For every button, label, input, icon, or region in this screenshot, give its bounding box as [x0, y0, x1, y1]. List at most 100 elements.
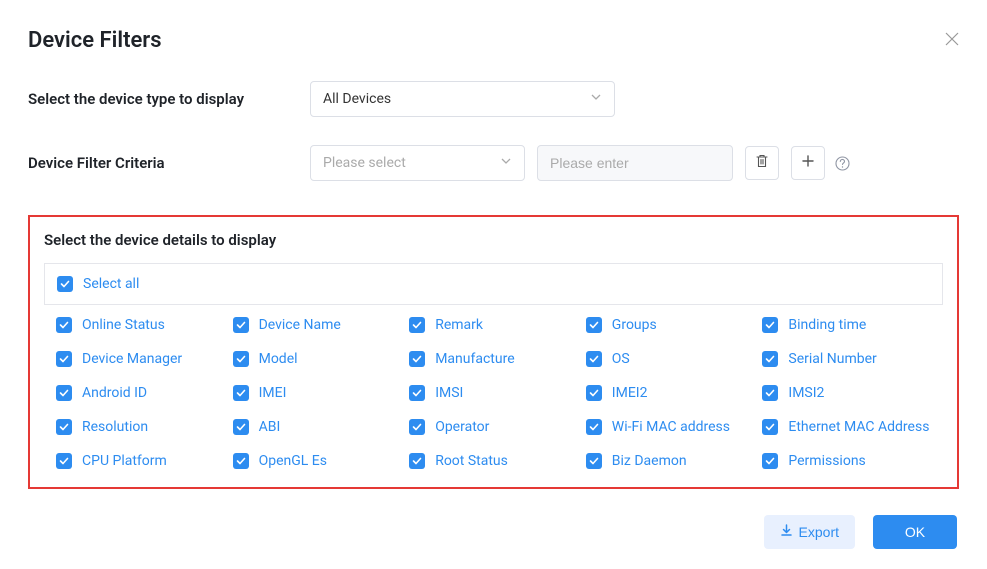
detail-item: IMEI2 [586, 385, 755, 401]
criteria-select-placeholder: Please select [323, 155, 406, 171]
detail-item: Model [233, 351, 402, 367]
detail-label[interactable]: Android ID [82, 385, 147, 401]
detail-item: Operator [409, 419, 578, 435]
check-icon [765, 320, 775, 330]
detail-label[interactable]: Groups [612, 317, 657, 333]
detail-checkbox[interactable] [762, 317, 778, 333]
criteria-input[interactable] [537, 145, 733, 181]
export-label: Export [799, 524, 839, 540]
detail-item: Wi-Fi MAC address [586, 419, 755, 435]
detail-checkbox[interactable] [233, 453, 249, 469]
check-icon [60, 279, 70, 289]
detail-checkbox[interactable] [409, 351, 425, 367]
detail-label[interactable]: Operator [435, 419, 489, 435]
detail-label[interactable]: Model [259, 351, 298, 367]
detail-item: OS [586, 351, 755, 367]
check-icon [589, 354, 599, 364]
detail-label[interactable]: Binding time [788, 317, 866, 333]
detail-checkbox[interactable] [586, 385, 602, 401]
detail-label[interactable]: Resolution [82, 419, 148, 435]
detail-item: Permissions [762, 453, 931, 469]
detail-label[interactable]: OpenGL Es [259, 453, 327, 469]
detail-label[interactable]: Permissions [788, 453, 865, 469]
detail-checkbox[interactable] [762, 351, 778, 367]
detail-checkbox[interactable] [409, 419, 425, 435]
detail-label[interactable]: Device Name [259, 317, 341, 333]
detail-label[interactable]: OS [612, 351, 630, 367]
detail-label[interactable]: Serial Number [788, 351, 876, 367]
detail-checkbox[interactable] [586, 453, 602, 469]
check-icon [412, 354, 422, 364]
chevron-down-icon [500, 155, 512, 171]
detail-item: OpenGL Es [233, 453, 402, 469]
check-icon [59, 422, 69, 432]
detail-label[interactable]: Biz Daemon [612, 453, 687, 469]
delete-criteria-button[interactable] [745, 146, 779, 180]
detail-item: Groups [586, 317, 755, 333]
detail-checkbox[interactable] [56, 351, 72, 367]
device-type-label: Select the device type to display [28, 90, 310, 108]
detail-label[interactable]: Device Manager [82, 351, 182, 367]
detail-label[interactable]: ABI [259, 419, 281, 435]
detail-label[interactable]: IMEI2 [612, 385, 648, 401]
select-all-checkbox[interactable] [57, 276, 73, 292]
detail-checkbox[interactable] [409, 317, 425, 333]
device-details-section: Select the device details to display Sel… [28, 215, 959, 489]
check-icon [589, 320, 599, 330]
check-icon [412, 456, 422, 466]
detail-label[interactable]: Wi-Fi MAC address [612, 419, 730, 435]
add-criteria-button[interactable] [791, 146, 825, 180]
detail-checkbox[interactable] [762, 385, 778, 401]
detail-item: Device Name [233, 317, 402, 333]
detail-label[interactable]: Manufacture [435, 351, 514, 367]
detail-item: Online Status [56, 317, 225, 333]
detail-item: Manufacture [409, 351, 578, 367]
detail-label[interactable]: IMSI [435, 385, 463, 401]
select-all-label[interactable]: Select all [83, 276, 139, 292]
export-button[interactable]: Export [764, 515, 855, 549]
detail-label[interactable]: Ethernet MAC Address [788, 419, 929, 435]
detail-checkbox[interactable] [409, 385, 425, 401]
detail-label[interactable]: Root Status [435, 453, 508, 469]
detail-checkbox[interactable] [233, 385, 249, 401]
detail-item: Serial Number [762, 351, 931, 367]
ok-button[interactable]: OK [873, 515, 957, 549]
detail-checkbox[interactable] [56, 453, 72, 469]
criteria-select[interactable]: Please select [310, 145, 525, 181]
detail-checkbox[interactable] [409, 453, 425, 469]
detail-item: Biz Daemon [586, 453, 755, 469]
detail-checkbox[interactable] [762, 453, 778, 469]
detail-label[interactable]: Online Status [82, 317, 165, 333]
detail-label[interactable]: IMSI2 [788, 385, 824, 401]
detail-checkbox[interactable] [762, 419, 778, 435]
check-icon [765, 456, 775, 466]
detail-label[interactable]: IMEI [259, 385, 287, 401]
details-label: Select the device details to display [44, 231, 943, 249]
detail-checkbox[interactable] [586, 351, 602, 367]
detail-item: Ethernet MAC Address [762, 419, 931, 435]
check-icon [236, 456, 246, 466]
detail-item: CPU Platform [56, 453, 225, 469]
detail-checkbox[interactable] [56, 419, 72, 435]
check-icon [59, 456, 69, 466]
detail-item: ABI [233, 419, 402, 435]
details-checkbox-grid: Online Status Device Name Remark Groups … [44, 317, 943, 469]
detail-checkbox[interactable] [586, 419, 602, 435]
detail-checkbox[interactable] [233, 419, 249, 435]
detail-item: Binding time [762, 317, 931, 333]
help-icon[interactable] [835, 156, 850, 171]
check-icon [236, 388, 246, 398]
detail-checkbox[interactable] [56, 317, 72, 333]
check-icon [765, 354, 775, 364]
detail-checkbox[interactable] [233, 351, 249, 367]
device-type-value: All Devices [323, 91, 391, 107]
close-icon[interactable] [945, 32, 959, 46]
device-type-select[interactable]: All Devices [310, 81, 615, 117]
chevron-down-icon [590, 91, 602, 107]
detail-label[interactable]: CPU Platform [82, 453, 167, 469]
detail-checkbox[interactable] [56, 385, 72, 401]
detail-label[interactable]: Remark [435, 317, 483, 333]
detail-checkbox[interactable] [586, 317, 602, 333]
detail-checkbox[interactable] [233, 317, 249, 333]
detail-item: IMSI [409, 385, 578, 401]
